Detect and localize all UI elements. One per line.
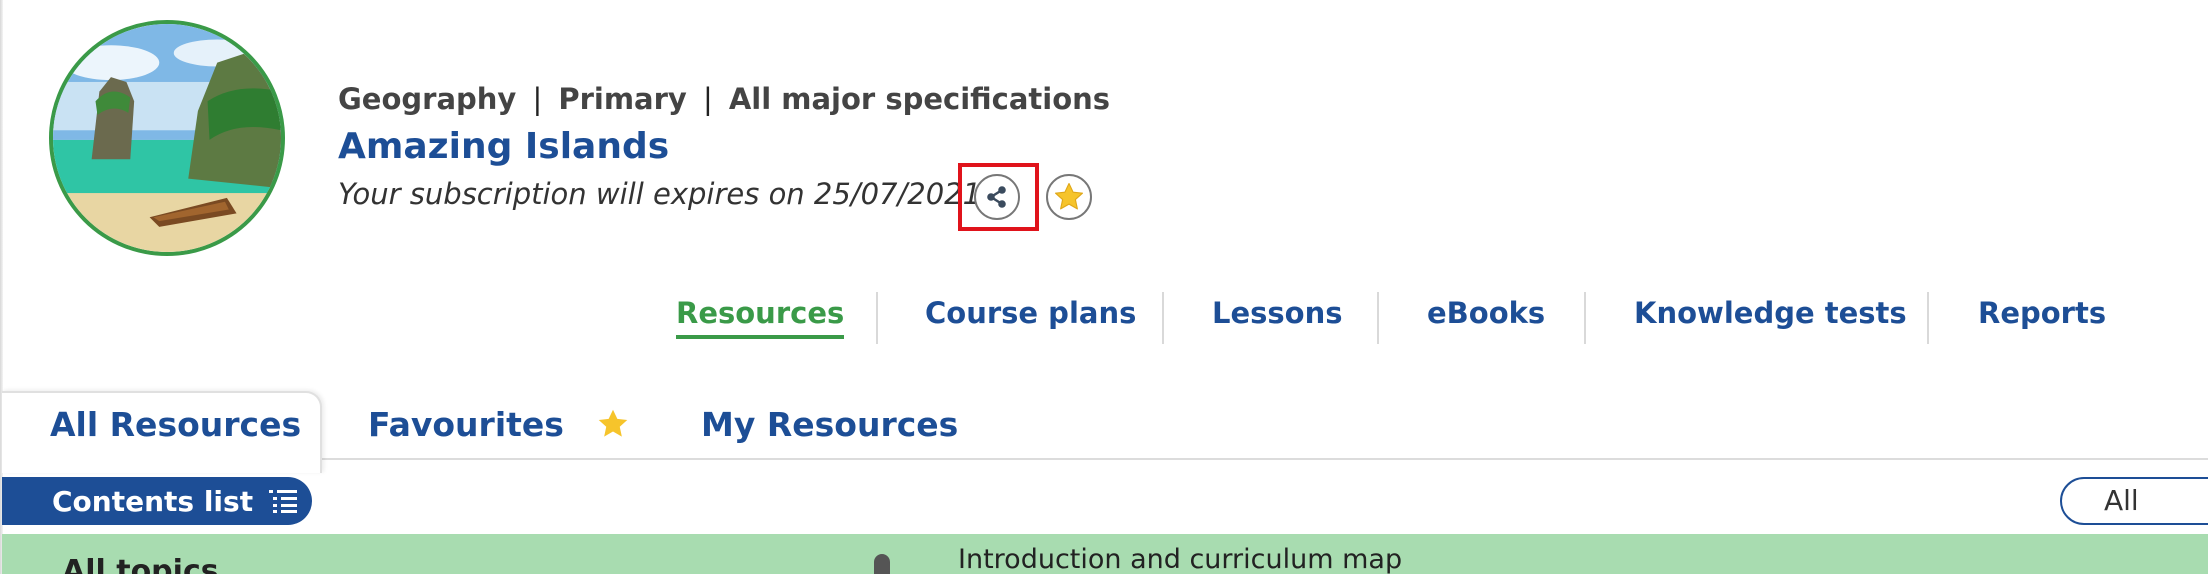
tabs-baseline: [320, 458, 2208, 460]
contents-list-button[interactable]: Contents list: [2, 477, 312, 525]
tab-favourites[interactable]: Favourites: [368, 405, 631, 444]
resource-list-item[interactable]: Introduction and curriculum map: [958, 544, 1402, 574]
nav-lessons[interactable]: Lessons: [1212, 296, 1343, 330]
subscription-expiry: Your subscription will expires on 25/07/…: [338, 177, 982, 211]
list-icon: [269, 488, 298, 514]
contents-list-label: Contents list: [52, 484, 254, 518]
scroll-handle[interactable]: [874, 554, 890, 574]
tab-my-resources[interactable]: My Resources: [701, 405, 958, 444]
nav-divider: [1162, 292, 1164, 344]
breadcrumb-level: Primary: [558, 82, 687, 116]
tab-favourites-label: Favourites: [368, 405, 564, 444]
breadcrumb: Geography | Primary | All major specific…: [338, 82, 1110, 116]
nav-resources[interactable]: Resources: [676, 296, 845, 339]
nav-knowledge-tests[interactable]: Knowledge tests: [1634, 296, 1907, 330]
star-icon: [599, 409, 628, 437]
all-topics-heading[interactable]: All topics: [62, 554, 219, 574]
nav-divider: [1584, 292, 1586, 344]
nav-divider: [1927, 292, 1929, 344]
nav-course-plans[interactable]: Course plans: [925, 296, 1136, 330]
share-button[interactable]: [974, 174, 1020, 220]
share-icon: [987, 186, 1006, 208]
course-title: Amazing Islands: [338, 126, 670, 167]
favourite-button[interactable]: [1046, 174, 1092, 220]
course-image: [49, 20, 285, 256]
nav-ebooks[interactable]: eBooks: [1427, 296, 1545, 330]
nav-reports[interactable]: Reports: [1978, 296, 2106, 330]
breadcrumb-separator: |: [702, 82, 713, 116]
nav-divider: [1377, 292, 1379, 344]
tab-all-resources[interactable]: All Resources: [50, 405, 301, 444]
nav-divider: [876, 292, 878, 344]
star-icon: [1054, 182, 1084, 210]
breadcrumb-subject: Geography: [338, 82, 517, 116]
breadcrumb-spec: All major specifications: [728, 82, 1111, 116]
topic-filter-select[interactable]: All: [2060, 477, 2208, 525]
contents-panel: All topics Introduction and curriculum m…: [2, 534, 2208, 574]
breadcrumb-separator: |: [532, 82, 543, 116]
